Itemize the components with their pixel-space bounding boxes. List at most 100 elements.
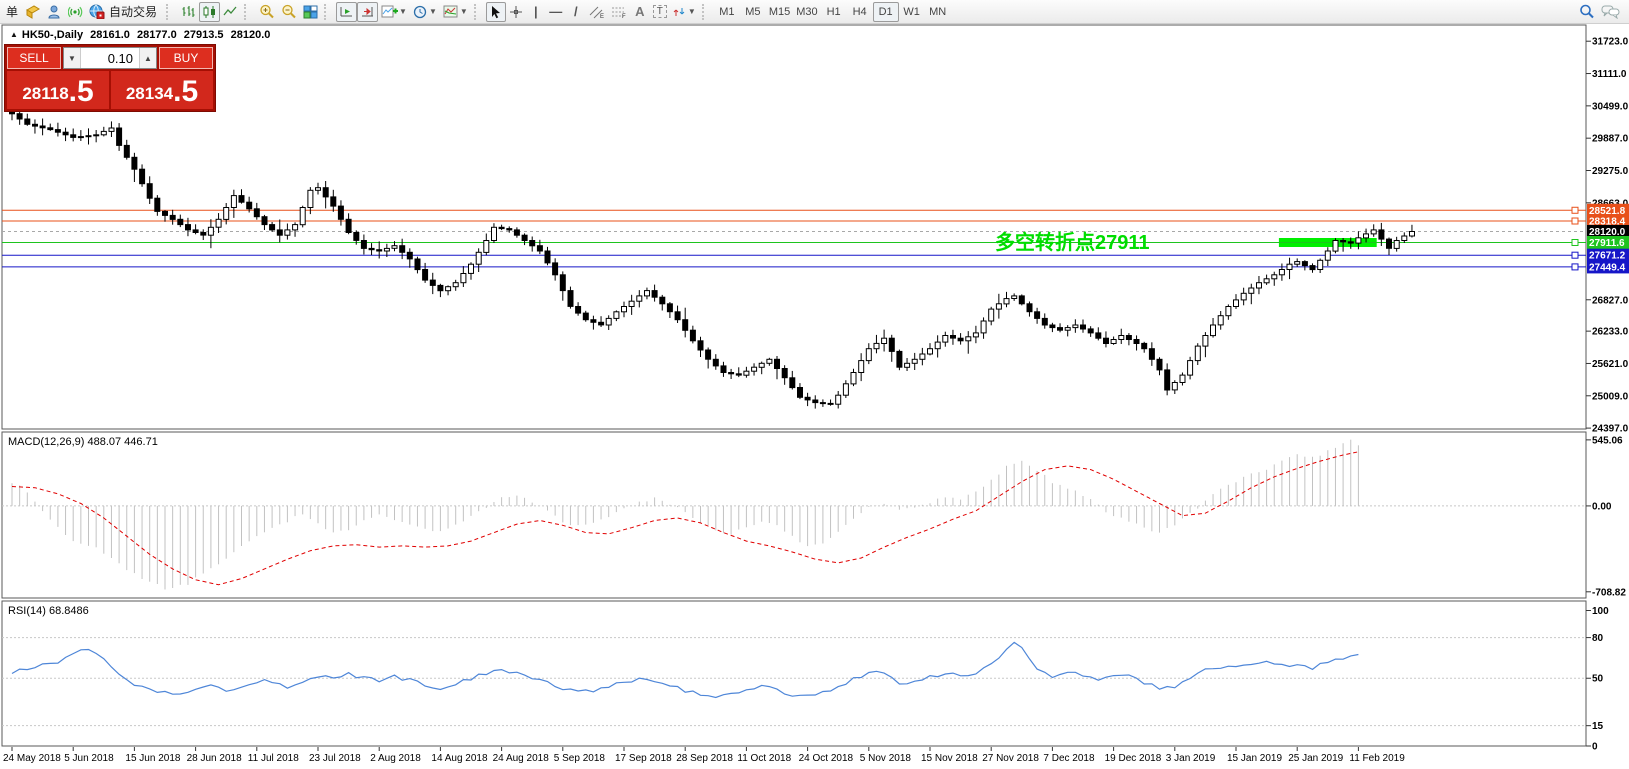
timeframe-mn[interactable]: MN (925, 2, 951, 22)
add-indicator-button[interactable]: ▼ (378, 2, 410, 22)
auto-trading-label: 自动交易 (109, 5, 158, 19)
svg-text:24397.0: 24397.0 (1592, 424, 1629, 435)
volume-increase-button[interactable]: ▲ (139, 48, 156, 68)
candlestick-chart-button[interactable] (199, 1, 221, 22)
timeframe-m15[interactable]: M15 (766, 2, 793, 22)
svg-text:0.00: 0.00 (1592, 501, 1612, 512)
chat-icon[interactable] (1598, 2, 1623, 22)
svg-text:26827.0: 26827.0 (1592, 295, 1629, 306)
one-click-trading-panel: SELL ▼ 0.10 ▲ BUY 28118 .5 28134 .5 (4, 44, 216, 112)
timeframe-h4[interactable]: H4 (847, 2, 873, 22)
auto-scroll-button[interactable] (336, 1, 358, 22)
channel-letter: E (600, 14, 604, 19)
chevron-down-icon[interactable]: ▼ (429, 7, 437, 16)
arrows-tool-button[interactable]: ▼ (670, 2, 699, 22)
new-order-button[interactable]: 单 (2, 2, 22, 22)
svg-text:15 Jan 2019: 15 Jan 2019 (1227, 753, 1282, 764)
toolbar-separator (324, 3, 333, 20)
trend-line-tool-button[interactable]: / (566, 2, 586, 22)
svg-text:0: 0 (1592, 742, 1598, 753)
buy-button[interactable]: BUY (159, 47, 213, 69)
line-handle[interactable] (1571, 238, 1579, 246)
cursor-tool-button[interactable] (485, 1, 506, 22)
high-value: 28177.0 (136, 29, 177, 41)
zoom-out-button[interactable] (278, 2, 300, 22)
line-handle[interactable] (1571, 251, 1579, 259)
svg-text:80: 80 (1592, 633, 1604, 644)
svg-text:11 Oct 2018: 11 Oct 2018 (737, 753, 791, 764)
svg-text:5 Jun 2018: 5 Jun 2018 (64, 753, 114, 764)
price-axis[interactable]: 31723.031111.030499.029887.029275.028663… (1586, 37, 1629, 435)
sell-price-main: 28118 (22, 84, 69, 103)
buy-price-frac: .5 (173, 75, 199, 108)
svg-text:-708.82: -708.82 (1592, 587, 1626, 598)
horizontal-line-tool-button[interactable]: — (546, 2, 566, 22)
macd-axis[interactable]: 545.06 0.00 -708.82 (1586, 435, 1626, 598)
toolbar: 单 自动交易 ▼ ▼ ▼ | — / E F A T ▼ M1 M5 M15 M30 (0, 0, 1629, 24)
svg-text:7 Dec 2018: 7 Dec 2018 (1043, 753, 1095, 764)
rsi-axis[interactable]: 100 80 50 15 0 (1586, 606, 1609, 753)
svg-text:15 Nov 2018: 15 Nov 2018 (921, 753, 978, 764)
zoom-in-button[interactable] (256, 2, 278, 22)
collapse-arrow-icon[interactable]: ▲ (10, 30, 18, 39)
line-chart-button[interactable] (220, 2, 241, 22)
sell-price[interactable]: 28118 .5 (7, 71, 109, 109)
bar-chart-button[interactable] (178, 2, 199, 22)
timeframe-d1[interactable]: D1 (872, 1, 899, 22)
chevron-down-icon[interactable]: ▼ (688, 7, 696, 16)
period-button[interactable]: ▼ (410, 2, 440, 22)
fibonacci-tool-button[interactable]: F (608, 2, 630, 22)
chart-shift-button[interactable] (357, 1, 379, 22)
buy-price[interactable]: 28134 .5 (111, 71, 213, 109)
rsi-line (11, 641, 1359, 699)
crosshair-tool-button[interactable] (506, 2, 526, 22)
chart-canvas[interactable]: 31723.031111.030499.029887.029275.028663… (0, 0, 1629, 769)
svg-text:25 Jan 2019: 25 Jan 2019 (1288, 753, 1343, 764)
pivot-annotation-text[interactable]: 多空转折点27911 (995, 226, 1180, 255)
timeframe-m30[interactable]: M30 (793, 2, 820, 22)
line-handle[interactable] (1571, 206, 1579, 214)
auto-trading-button[interactable]: 自动交易 (86, 2, 163, 22)
chevron-down-icon[interactable]: ▼ (399, 7, 407, 16)
sell-price-frac: .5 (68, 75, 94, 108)
sell-button[interactable]: SELL (7, 47, 61, 69)
svg-text:27 Nov 2018: 27 Nov 2018 (982, 753, 1039, 764)
timeframe-w1[interactable]: W1 (899, 2, 925, 22)
signal-broadcast-icon[interactable] (65, 2, 86, 22)
svg-text:17 Sep 2018: 17 Sep 2018 (615, 753, 672, 764)
svg-text:30499.0: 30499.0 (1592, 101, 1629, 112)
text-label-tool-button[interactable]: T (650, 2, 670, 22)
timeframe-m5[interactable]: M5 (740, 2, 766, 22)
svg-text:27671.2: 27671.2 (1589, 251, 1626, 262)
svg-text:11 Jul 2018: 11 Jul 2018 (248, 753, 299, 764)
svg-text:2 Aug 2018: 2 Aug 2018 (370, 753, 421, 764)
svg-text:15 Jun 2018: 15 Jun 2018 (125, 753, 180, 764)
line-handle[interactable] (1571, 217, 1579, 225)
tile-windows-button[interactable] (300, 2, 321, 22)
volume-input[interactable]: 0.10 (81, 48, 139, 68)
volume-decrease-button[interactable]: ▼ (64, 48, 81, 68)
svg-text:24 Oct 2018: 24 Oct 2018 (799, 753, 854, 764)
text-tool-button[interactable]: A (630, 2, 650, 22)
buy-price-main: 28134 (125, 84, 174, 103)
timeframe-h1[interactable]: H1 (821, 2, 847, 22)
toolbar-separator (166, 3, 175, 20)
equidistant-channel-tool-button[interactable]: E (586, 2, 608, 22)
template-button[interactable]: ▼ (440, 2, 471, 22)
svg-text:23 Jul 2018: 23 Jul 2018 (309, 753, 361, 764)
timeframe-m1[interactable]: M1 (714, 2, 740, 22)
svg-text:31111.0: 31111.0 (1592, 69, 1627, 80)
line-handle[interactable] (1571, 263, 1579, 271)
date-axis[interactable]: 24 May 2018 5 Jun 2018 15 Jun 2018 28 Jun 2… (3, 747, 1405, 764)
search-icon[interactable] (1576, 2, 1598, 22)
chart-ohlc-title: ▲ HK50-,Daily 28161.0 28177.0 27913.5 281… (10, 29, 274, 41)
volume-stepper: ▼ 0.10 ▲ (63, 47, 157, 69)
chevron-down-icon[interactable]: ▼ (460, 7, 468, 16)
symbol-period-label: HK50-,Daily (21, 29, 84, 41)
timeframe-bar: M1 M5 M15 M30 H1 H4 D1 W1 MN (714, 1, 951, 22)
order-book-icon[interactable] (22, 2, 44, 22)
terminal-icon[interactable] (44, 2, 65, 22)
svg-text:29887.0: 29887.0 (1592, 134, 1629, 145)
vertical-line-tool-button[interactable]: | (526, 2, 546, 22)
macd-histogram (11, 439, 1359, 590)
